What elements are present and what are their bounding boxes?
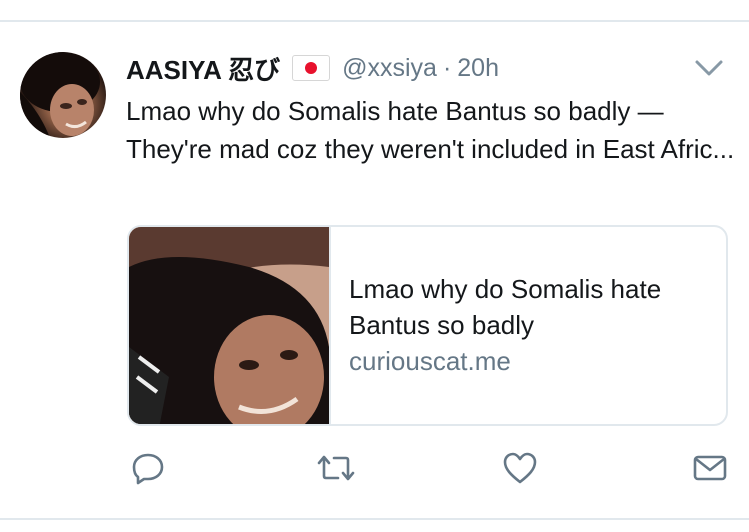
reply-icon[interactable] [128, 448, 168, 488]
tweet-header: AASIYA 忍び @xxsiya · 20h [126, 50, 499, 86]
bottom-divider [0, 518, 749, 520]
japan-flag-icon [292, 55, 331, 81]
like-icon[interactable] [500, 448, 540, 488]
top-divider [0, 20, 749, 22]
retweet-icon[interactable] [316, 448, 356, 488]
link-card[interactable]: Lmao why do Somalis hate Bantus so badly… [127, 225, 728, 426]
avatar[interactable] [20, 52, 106, 138]
chevron-down-icon[interactable] [694, 56, 724, 80]
card-title: Lmao why do Somalis hate Bantus so badly [349, 274, 662, 340]
display-name[interactable]: AASIYA 忍び [126, 50, 280, 87]
separator-dot: · [442, 53, 452, 82]
user-handle[interactable]: @xxsiya [342, 54, 437, 83]
avatar-photo [20, 52, 100, 138]
card-divider [329, 227, 331, 424]
direct-message-icon[interactable] [690, 448, 730, 488]
card-thumbnail [129, 227, 329, 424]
card-domain: curiouscat.me [349, 346, 511, 376]
tweet-actions [0, 448, 749, 492]
card-body: Lmao why do Somalis hate Bantus so badly… [349, 271, 709, 379]
tweet-text: Lmao why do Somalis hate Bantus so badly… [126, 96, 735, 164]
tweet-timestamp[interactable]: 20h [457, 54, 499, 83]
